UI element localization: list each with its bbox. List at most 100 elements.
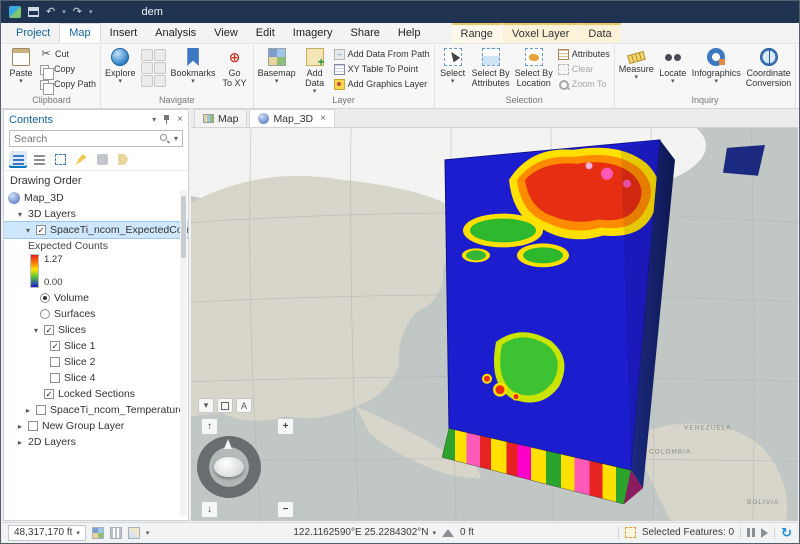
pause-icon[interactable]	[747, 528, 756, 537]
tilt-down-button[interactable]: ↓	[201, 501, 218, 518]
tilt-up-button[interactable]: ↑	[201, 418, 218, 435]
fullscreen-icon[interactable]	[217, 398, 233, 413]
view-tab-map3d[interactable]: Map_3D ×	[249, 109, 335, 127]
undo-icon[interactable]: ↶	[46, 6, 55, 18]
redo-icon[interactable]: ↷	[73, 6, 82, 18]
navigator-compass[interactable]	[197, 436, 261, 498]
scene-viewport[interactable]: VENEZUELA COLOMBIA BOLIVIA ▾ A ↑ + ↓ −	[191, 128, 798, 521]
full-extent-icon[interactable]	[140, 49, 153, 61]
play-icon[interactable]	[761, 527, 769, 538]
locked-sections-checkbox[interactable]: ✓	[44, 389, 54, 399]
tab-project[interactable]: Project	[7, 23, 59, 43]
tree-item-locked-sections[interactable]: ✓ Locked Sections	[4, 386, 188, 402]
tab-voxel-layer[interactable]: Voxel Layer	[502, 23, 579, 43]
grid-toggle-icon[interactable]	[109, 526, 122, 539]
tab-range[interactable]: Range	[451, 23, 502, 43]
chevron-down-icon[interactable]: ▾	[62, 8, 66, 16]
fixed-zoom-out-icon[interactable]	[153, 62, 166, 74]
expander-closed-icon[interactable]: ▸	[16, 438, 24, 447]
next-extent-icon[interactable]	[140, 75, 153, 87]
copy-button[interactable]: Copy	[38, 63, 98, 80]
attributes-button[interactable]: Attributes	[556, 48, 612, 60]
tree-item-slices[interactable]: ▾ ✓ Slices	[4, 322, 188, 338]
save-icon[interactable]	[28, 7, 39, 17]
tab-insert[interactable]: Insert	[101, 23, 147, 43]
go-to-xy-button[interactable]: ⊕ Go To XY	[219, 45, 251, 95]
snapping-toggle-icon[interactable]	[127, 526, 140, 539]
previous-extent-icon[interactable]	[140, 62, 153, 74]
tab-data[interactable]: Data	[579, 23, 621, 43]
select-by-attributes-button[interactable]: Select By Attributes	[470, 45, 512, 95]
list-by-snapping-button[interactable]	[93, 151, 111, 168]
tree-item-expected-counts[interactable]: ▾ ✓ SpaceTi_ncom_ExpectedCounts	[4, 221, 188, 239]
chevron-down-icon[interactable]: ▾	[174, 134, 178, 143]
tree-item-2d-layers[interactable]: ▸ 2D Layers	[4, 434, 188, 450]
contents-scrollbar[interactable]	[180, 190, 187, 516]
basemap-toggle-icon[interactable]	[91, 526, 104, 539]
add-graphics-layer-button[interactable]: Add Graphics Layer	[332, 78, 432, 90]
zoom-to-button[interactable]: Zoom To	[556, 78, 612, 90]
coordinate-readout[interactable]: 122.1162590°E 25.2284302°N ▾	[293, 527, 436, 538]
scrollbar-thumb[interactable]	[181, 196, 186, 258]
contents-search-box[interactable]: ▾	[9, 130, 183, 147]
scale-selector[interactable]: 48,317,170 ft ▾	[8, 524, 86, 541]
chevron-down-icon[interactable]: ▾	[89, 8, 93, 16]
expander-open-icon[interactable]: ▾	[16, 210, 24, 219]
navigator-sphere[interactable]	[214, 457, 244, 477]
layer-checkbox[interactable]: ✓	[36, 225, 46, 235]
expander-open-icon[interactable]: ▾	[32, 326, 40, 335]
expander-open-icon[interactable]: ▾	[24, 226, 32, 235]
tab-imagery[interactable]: Imagery	[284, 23, 342, 43]
tab-edit[interactable]: Edit	[247, 23, 284, 43]
expander-closed-icon[interactable]: ▸	[24, 406, 32, 415]
new-group-layer-checkbox[interactable]	[28, 421, 38, 431]
tab-help[interactable]: Help	[389, 23, 430, 43]
chevron-down-icon[interactable]: ▾	[146, 529, 150, 537]
fixed-zoom-in-icon[interactable]	[153, 49, 166, 61]
add-data-from-path-button[interactable]: Add Data From Path	[332, 48, 432, 60]
basemap-button[interactable]: Basemap ▾	[256, 45, 298, 95]
tree-item-surfaces[interactable]: Surfaces	[4, 306, 188, 322]
pan-icon[interactable]	[153, 75, 166, 87]
clear-button[interactable]: Clear	[556, 63, 612, 75]
list-by-editing-button[interactable]	[72, 151, 90, 168]
xy-table-to-point-button[interactable]: XY Table To Point	[332, 63, 432, 75]
tab-map[interactable]: Map	[59, 23, 101, 43]
tree-item-slice1[interactable]: ✓ Slice 1	[4, 338, 188, 354]
view-tab-map[interactable]: Map	[194, 109, 248, 127]
paste-button[interactable]: Paste ▾	[5, 45, 37, 95]
slice1-checkbox[interactable]: ✓	[50, 341, 60, 351]
tree-item-slice2[interactable]: Slice 2	[4, 354, 188, 370]
add-data-button[interactable]: Add Data ▾	[299, 45, 331, 95]
tree-item-slice4[interactable]: Slice 4	[4, 370, 188, 386]
bookmarks-button[interactable]: Bookmarks ▾	[169, 45, 218, 95]
refresh-icon[interactable]: ↻	[781, 525, 792, 541]
list-by-source-button[interactable]	[30, 151, 48, 168]
tree-item-3d-layers[interactable]: ▾ 3D Layers	[4, 206, 188, 222]
list-by-drawing-order-button[interactable]	[9, 151, 27, 168]
zoom-out-button[interactable]: −	[277, 501, 294, 518]
search-input[interactable]	[14, 132, 155, 145]
zoom-in-button[interactable]: +	[277, 418, 294, 435]
coordinate-conversion-button[interactable]: Coordinate Conversion	[744, 45, 794, 95]
tree-item-volume[interactable]: Volume	[4, 290, 188, 306]
chevron-down-icon[interactable]: ▾	[198, 398, 214, 413]
select-button[interactable]: Select ▾	[437, 45, 469, 95]
select-by-location-button[interactable]: Select By Location	[513, 45, 555, 95]
locate-button[interactable]: Locate ▾	[657, 45, 689, 95]
close-icon[interactable]: ×	[177, 114, 183, 125]
pin-icon[interactable]	[162, 114, 171, 125]
chevron-down-icon[interactable]: ▾	[152, 115, 156, 124]
cut-button[interactable]: ✂ Cut	[38, 48, 98, 60]
tab-view[interactable]: View	[205, 23, 247, 43]
slice4-checkbox[interactable]	[50, 373, 60, 383]
tree-item-map3d[interactable]: Map_3D	[4, 190, 188, 206]
infographics-button[interactable]: Infographics ▾	[690, 45, 743, 95]
volume-radio[interactable]	[40, 293, 50, 303]
slices-checkbox[interactable]: ✓	[44, 325, 54, 335]
measure-button[interactable]: Measure ▾	[617, 45, 656, 95]
tab-share[interactable]: Share	[342, 23, 389, 43]
slice2-checkbox[interactable]	[50, 357, 60, 367]
surfaces-radio[interactable]	[40, 309, 50, 319]
copy-path-button[interactable]: Copy Path	[38, 78, 98, 95]
